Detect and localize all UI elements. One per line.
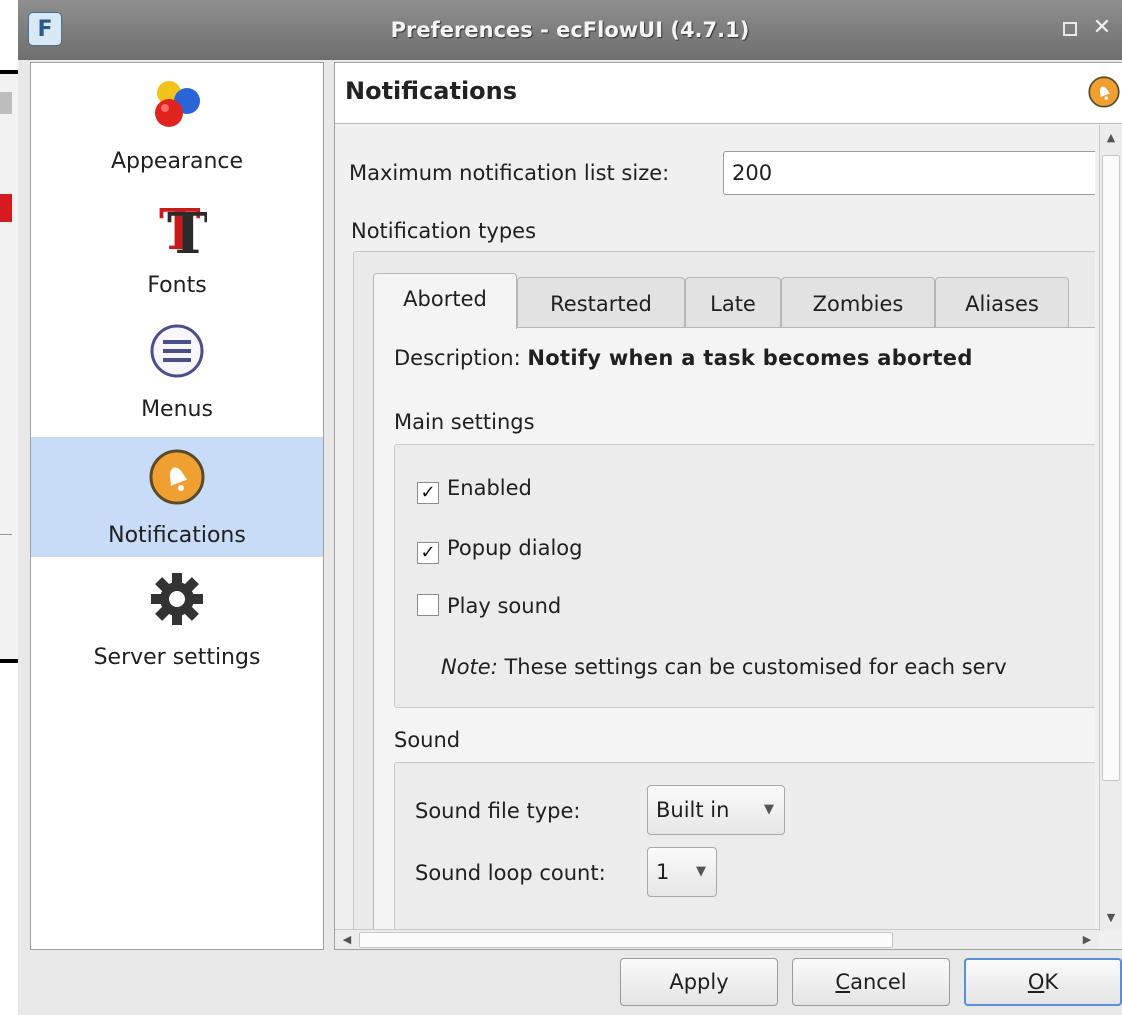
vertical-scrollbar[interactable]: ▲ ▼ [1099,125,1122,931]
category-label: Menus [141,397,213,422]
preferences-dialog: F Preferences - ecFlowUI (4.7.1) ✕ Appea… [18,0,1122,1015]
max-list-size-input[interactable] [723,151,1095,195]
page-header: Notifications [335,63,1122,124]
sound-group: Sound file type: Built in ▼ Sound loop c… [394,762,1095,931]
note-prefix: Note: [441,655,498,679]
sound-loop-count-dropdown[interactable]: 1 ▼ [647,847,717,897]
category-list: Appearance T T Fonts Menus Notifications… [30,62,324,950]
page-title: Notifications [345,77,518,105]
sound-loop-count-value: 1 [656,860,670,884]
background-divider [0,534,12,535]
popup-dialog-label: Popup dialog [447,536,583,560]
appearance-balls-icon [155,81,200,127]
popup-dialog-checkbox[interactable]: ✓ [417,542,439,564]
description-text: Notify when a task becomes aborted [527,346,973,370]
main-settings-group: ✓ Enabled ✓ Popup dialog Play sound Note: … [394,444,1095,708]
scroll-up-arrow-icon[interactable]: ▲ [1100,127,1122,149]
max-list-size-label: Maximum notification list size: [349,161,670,185]
chevron-down-icon: ▼ [764,802,774,817]
scroll-down-arrow-icon[interactable]: ▼ [1100,907,1122,929]
close-button[interactable]: ✕ [1090,16,1114,40]
chevron-down-icon: ▼ [696,864,706,879]
enabled-checkbox-row[interactable]: ✓ Enabled [417,473,532,504]
category-item-server-settings[interactable]: Server settings [31,559,323,679]
scroll-area: Maximum notification list size: Notifica… [335,125,1095,931]
window-title: Preferences - ecFlowUI (4.7.1) [390,18,750,42]
background-red-row [0,194,12,222]
settings-page: Notifications Maximum notification list … [334,62,1122,950]
tab-restarted[interactable]: Restarted [517,277,685,327]
category-label: Fonts [147,273,207,298]
category-label: Notifications [108,523,246,548]
settings-note: Note: These settings can be customised f… [441,655,1007,679]
tab-aliases[interactable]: Aliases [935,277,1069,327]
cancel-button[interactable]: Cancel [792,958,950,1006]
fonts-icon: T T [159,197,207,257]
gear-icon [151,573,203,625]
tab-panel-aborted: Description: Notify when a task becomes … [373,327,1095,931]
sound-file-type-label: Sound file type: [415,799,581,823]
note-text: These settings can be customised for eac… [504,655,1007,679]
popup-dialog-checkbox-row[interactable]: ✓ Popup dialog [417,533,583,564]
sound-file-type-value: Built in [656,798,730,822]
cancel-mnemonic: C [835,970,851,994]
sound-label: Sound [394,728,461,752]
enabled-checkbox[interactable]: ✓ [417,482,439,504]
description-prefix: Description: [394,346,521,370]
horizontal-scroll-thumb[interactable] [359,932,893,948]
bell-icon [149,449,205,505]
sound-loop-count-label: Sound loop count: [415,861,606,885]
cancel-label-rest: ancel [850,970,907,994]
vertical-scroll-thumb[interactable] [1102,155,1120,781]
category-label: Appearance [110,149,244,174]
play-sound-label: Play sound [447,594,562,618]
sound-file-type-dropdown[interactable]: Built in ▼ [647,785,785,835]
category-item-fonts[interactable]: T T Fonts [31,187,323,307]
main-settings-label: Main settings [394,410,535,434]
fonts-icon-glyph-dark: T [167,201,207,257]
maximize-icon [1063,22,1077,36]
scroll-right-arrow-icon[interactable]: ▶ [1077,930,1097,949]
notification-types-label: Notification types [351,219,537,243]
tab-late[interactable]: Late [685,277,781,327]
apply-button[interactable]: Apply [620,958,778,1006]
play-sound-checkbox[interactable] [417,594,439,616]
category-item-notifications[interactable]: Notifications [31,437,323,557]
enabled-label: Enabled [447,476,532,500]
category-item-appearance[interactable]: Appearance [31,63,323,183]
maximize-button[interactable] [1058,16,1082,40]
horizontal-scrollbar[interactable]: ◀ ▶ [335,929,1099,949]
tab-zombies[interactable]: Zombies [781,277,935,327]
ok-label-rest: K [1044,970,1059,994]
category-item-menus[interactable]: Menus [31,311,323,431]
description: Description: Notify when a task becomes … [394,346,973,370]
play-sound-checkbox-row[interactable]: Play sound [417,591,561,621]
menus-icon [150,324,204,378]
ok-mnemonic: O [1027,970,1045,994]
bell-icon [1088,76,1120,108]
title-bar[interactable]: F Preferences - ecFlowUI (4.7.1) ✕ [18,0,1122,60]
ok-button[interactable]: OK [964,958,1122,1006]
category-label: Server settings [93,645,261,670]
scroll-left-arrow-icon[interactable]: ◀ [337,930,357,949]
background-toolbar-strip [0,92,12,114]
tab-aborted[interactable]: Aborted [373,273,517,329]
